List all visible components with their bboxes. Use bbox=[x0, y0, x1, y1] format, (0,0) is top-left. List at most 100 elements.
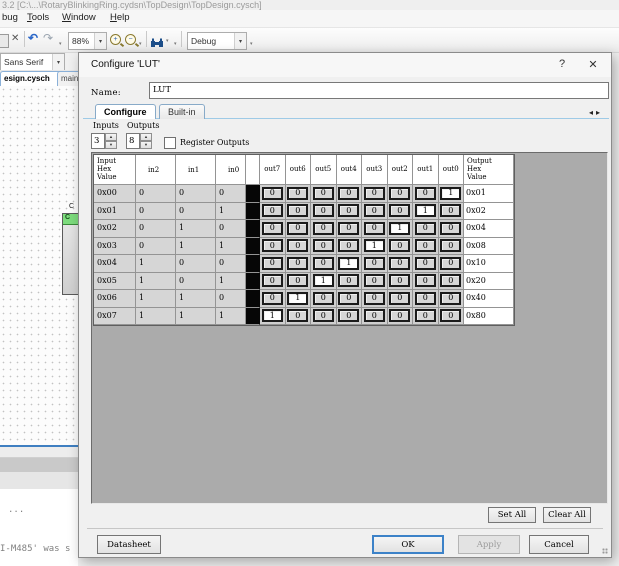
lut-out-toggle[interactable]: 1 bbox=[389, 222, 410, 235]
register-outputs-checkbox[interactable] bbox=[164, 137, 176, 149]
ok-button[interactable]: OK bbox=[372, 535, 444, 554]
name-input[interactable]: LUT bbox=[149, 82, 609, 99]
lut-out-toggle[interactable]: 0 bbox=[262, 187, 283, 200]
lut-out-toggle[interactable]: 0 bbox=[415, 257, 436, 270]
lut-out-toggle[interactable]: 0 bbox=[313, 309, 334, 322]
toolbar-overflow-icon[interactable]: ▾ bbox=[174, 41, 177, 47]
lut-out-toggle[interactable]: 0 bbox=[287, 257, 308, 270]
delete-icon[interactable]: ✕ bbox=[11, 33, 19, 44]
lut-out-toggle[interactable]: 0 bbox=[313, 222, 334, 235]
lut-out-toggle[interactable]: 0 bbox=[262, 222, 283, 235]
lut-out-toggle[interactable]: 0 bbox=[313, 204, 334, 217]
lut-out-toggle[interactable]: 0 bbox=[287, 187, 308, 200]
lut-out-toggle[interactable]: 0 bbox=[440, 257, 461, 270]
lut-out-toggle[interactable]: 0 bbox=[262, 292, 283, 305]
lut-out-toggle[interactable]: 0 bbox=[440, 204, 461, 217]
lut-out-toggle[interactable]: 0 bbox=[313, 187, 334, 200]
lut-out-toggle[interactable]: 0 bbox=[415, 309, 436, 322]
lut-out-toggle[interactable]: 0 bbox=[415, 222, 436, 235]
lut-out-toggle[interactable]: 0 bbox=[389, 187, 410, 200]
lut-out-toggle[interactable]: 1 bbox=[338, 257, 359, 270]
set-all-button[interactable]: Set All bbox=[488, 507, 536, 523]
chevron-down-icon[interactable]: ▾ bbox=[166, 38, 169, 44]
toolbar-overflow-icon[interactable]: ▾ bbox=[250, 41, 253, 47]
zoom-level-combo[interactable]: 88% ▾ bbox=[68, 32, 107, 50]
lut-out-toggle[interactable]: 0 bbox=[338, 274, 359, 287]
lut-out-toggle[interactable]: 0 bbox=[262, 257, 283, 270]
schematic-canvas[interactable]: C C bbox=[0, 86, 78, 445]
datasheet-button[interactable]: Datasheet bbox=[97, 535, 161, 554]
lut-out-toggle[interactable]: 0 bbox=[389, 292, 410, 305]
lut-out-toggle[interactable]: 0 bbox=[389, 257, 410, 270]
resize-grip-icon[interactable] bbox=[602, 548, 608, 554]
undo-icon[interactable]: ↶ bbox=[28, 31, 38, 45]
lut-out-toggle[interactable]: 0 bbox=[287, 222, 308, 235]
lut-out-toggle[interactable]: 0 bbox=[313, 257, 334, 270]
lut-out-toggle[interactable]: 0 bbox=[440, 274, 461, 287]
lut-out-toggle[interactable]: 0 bbox=[364, 222, 385, 235]
lut-out-toggle[interactable]: 0 bbox=[415, 292, 436, 305]
spinner-up-icon[interactable]: ▲ bbox=[105, 133, 117, 141]
lut-out-toggle[interactable]: 0 bbox=[364, 274, 385, 287]
help-icon[interactable]: ? bbox=[555, 58, 569, 70]
lut-out-toggle[interactable]: 0 bbox=[440, 222, 461, 235]
lut-out-toggle[interactable]: 0 bbox=[338, 239, 359, 252]
lut-out-toggle[interactable]: 0 bbox=[389, 309, 410, 322]
lut-out-toggle[interactable]: 0 bbox=[338, 222, 359, 235]
lut-out-toggle[interactable]: 1 bbox=[287, 292, 308, 305]
build-config-combo[interactable]: Debug ▾ bbox=[187, 32, 247, 50]
lut-out-toggle[interactable]: 0 bbox=[287, 204, 308, 217]
lut-out-toggle[interactable]: 0 bbox=[389, 204, 410, 217]
lut-out-toggle[interactable]: 0 bbox=[338, 292, 359, 305]
lut-out-toggle[interactable]: 0 bbox=[262, 204, 283, 217]
tab-scroll-arrows[interactable]: ◂▸ bbox=[589, 108, 603, 117]
lut-out-toggle[interactable]: 0 bbox=[287, 239, 308, 252]
menu-help[interactable]: Help bbox=[110, 12, 130, 23]
lut-out-toggle[interactable]: 0 bbox=[415, 274, 436, 287]
lut-out-toggle[interactable]: 0 bbox=[415, 187, 436, 200]
lut-out-toggle[interactable]: 0 bbox=[338, 187, 359, 200]
cancel-button[interactable]: Cancel bbox=[529, 535, 589, 554]
lut-out-toggle[interactable]: 1 bbox=[415, 204, 436, 217]
tab-built-in[interactable]: Built-in bbox=[159, 104, 205, 119]
close-icon[interactable]: ✕ bbox=[585, 58, 601, 71]
lut-out-toggle[interactable]: 0 bbox=[338, 204, 359, 217]
lut-out-toggle[interactable]: 0 bbox=[440, 239, 461, 252]
lut-out-toggle[interactable]: 0 bbox=[415, 239, 436, 252]
lut-out-toggle[interactable]: 0 bbox=[364, 204, 385, 217]
spinner-up-icon[interactable]: ▲ bbox=[140, 133, 152, 141]
chevron-down-icon[interactable]: ▾ bbox=[234, 33, 246, 49]
lut-out-toggle[interactable]: 0 bbox=[440, 309, 461, 322]
zoom-out-icon[interactable]: − bbox=[125, 34, 136, 45]
lut-out-toggle[interactable]: 0 bbox=[389, 239, 410, 252]
spinner-down-icon[interactable]: ▼ bbox=[105, 141, 117, 149]
toolbar-overflow-icon[interactable]: ▾ bbox=[59, 41, 62, 47]
tab-configure[interactable]: Configure bbox=[95, 104, 156, 119]
outputs-spinner-value[interactable]: 8 bbox=[126, 133, 140, 149]
clipped-toolbar-icon[interactable] bbox=[0, 34, 9, 48]
lut-out-toggle[interactable]: 0 bbox=[364, 257, 385, 270]
spinner-down-icon[interactable]: ▼ bbox=[140, 141, 152, 149]
find-icon[interactable] bbox=[150, 35, 164, 53]
lut-out-toggle[interactable]: 1 bbox=[262, 309, 283, 322]
lut-out-toggle[interactable]: 0 bbox=[338, 309, 359, 322]
lut-out-toggle[interactable]: 0 bbox=[262, 274, 283, 287]
lut-out-toggle[interactable]: 1 bbox=[364, 239, 385, 252]
menu-tools[interactable]: Tools bbox=[27, 12, 49, 23]
menu-window[interactable]: Window bbox=[62, 12, 96, 23]
zoom-in-icon[interactable]: + bbox=[110, 34, 121, 45]
inputs-spinner-value[interactable]: 3 bbox=[91, 133, 105, 149]
lut-out-toggle[interactable]: 0 bbox=[287, 274, 308, 287]
lut-out-toggle[interactable]: 0 bbox=[262, 239, 283, 252]
toolbar-overflow-icon[interactable]: ▾ bbox=[139, 41, 142, 47]
lut-out-toggle[interactable]: 1 bbox=[313, 274, 334, 287]
chevron-down-icon[interactable]: ▾ bbox=[94, 33, 106, 49]
lut-out-toggle[interactable]: 1 bbox=[440, 187, 461, 200]
lut-out-toggle[interactable]: 0 bbox=[440, 292, 461, 305]
lut-out-toggle[interactable]: 0 bbox=[364, 292, 385, 305]
lut-out-toggle[interactable]: 0 bbox=[313, 239, 334, 252]
dialog-titlebar[interactable]: Configure 'LUT' ? ✕ bbox=[79, 53, 611, 77]
lut-out-toggle[interactable]: 0 bbox=[287, 309, 308, 322]
lut-out-toggle[interactable]: 0 bbox=[364, 309, 385, 322]
lut-out-toggle[interactable]: 0 bbox=[313, 292, 334, 305]
